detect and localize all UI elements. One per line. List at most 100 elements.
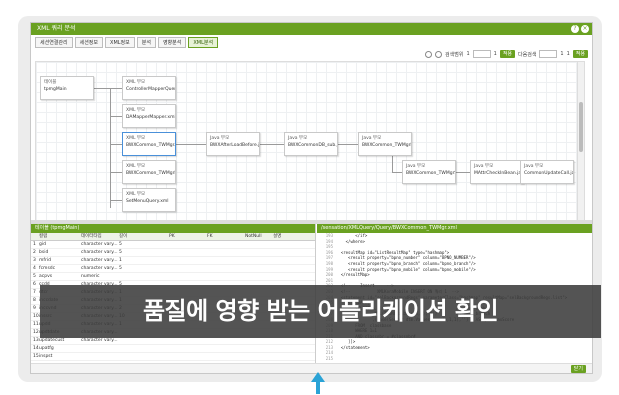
table-cell: character vary... [81, 266, 118, 271]
zoom-in-icon[interactable] [425, 50, 433, 58]
apply-range-button[interactable]: 적용 [499, 50, 516, 58]
pointer-arrow-stem [316, 382, 320, 394]
graph-node[interactable]: XML 부모 DAMapperMapper.xml [122, 104, 176, 128]
tab-bar: 세션연결관리 세션정보 XML정보 분석 영향분석 XML분석 [35, 37, 219, 49]
node-label: BWXAfterLoadBefore.java [210, 143, 260, 148]
dependency-graph-canvas[interactable]: 테이블 tpmgMain XML 부모 ControllerMapperQuer… [35, 61, 585, 221]
node-label: BWXCommonDB_sub.java [288, 143, 338, 148]
graph-node[interactable]: XML 부모 BWXCommon_TWMgrList.xml [122, 160, 176, 184]
tab-xml-info[interactable]: XML정보 [105, 37, 135, 48]
graph-edge [110, 144, 122, 145]
col-header[interactable]: NotNull [245, 233, 273, 240]
table-row[interactable]: 3 mfrid character vary... 1 [31, 257, 315, 265]
node-title: XML 부모 [126, 164, 146, 169]
table-cell [245, 337, 273, 344]
graph-node[interactable]: Java 부모 BWXCommon_TWMgrMgr.java [358, 132, 412, 156]
table-cell [245, 249, 273, 256]
table-cell: acpvs [39, 274, 53, 279]
table-cell [273, 265, 303, 272]
title-bar: XML 쿼리 분석 ? × [31, 23, 592, 35]
graph-node-root[interactable]: 테이블 tpmgMain [40, 76, 94, 100]
scrollbar-thumb[interactable] [579, 102, 583, 152]
node-title: 테이블 [44, 80, 57, 85]
col-header[interactable]: 컬럼 [39, 233, 81, 240]
node-title: Java 부모 [406, 164, 426, 169]
tab-session-connect[interactable]: 세션연결관리 [35, 37, 73, 48]
apply-button[interactable]: 적용 [572, 50, 588, 58]
graph-edge [176, 144, 206, 145]
table-cell [273, 353, 303, 360]
graph-node[interactable]: Java 부모 BWXCommon_TWMgrS.java [402, 160, 456, 184]
help-icon[interactable]: ? [571, 25, 579, 33]
table-cell [169, 345, 207, 352]
code-text: <result property="bpno_branch" column="b… [336, 260, 476, 266]
caption-banner: 품질에 영향 받는 어플리케이션 확인 [40, 285, 601, 338]
table-cell: fcmsdc [39, 266, 56, 271]
table-cell [207, 265, 245, 272]
node-title: Java 부모 [210, 136, 230, 141]
table-row[interactable]: 14 upatfg [31, 345, 315, 353]
table-panel-header: 테이블 (tpmgMain) [31, 224, 315, 233]
table-cell: 11 [33, 322, 39, 327]
graph-node-selected[interactable]: XML 부모 BWXCommon_TWMgr.xml [122, 132, 176, 156]
next-select[interactable] [539, 50, 558, 58]
line-number: 215 [325, 356, 333, 362]
table-cell [245, 257, 273, 264]
table-row[interactable]: 13 updatecust character vary... [31, 337, 315, 345]
node-label: tpmgMain [44, 87, 67, 92]
code-text: </if> [336, 233, 368, 238]
table-cell [245, 241, 273, 248]
col-header[interactable]: PK [169, 233, 207, 240]
zoom-out-icon[interactable] [435, 50, 443, 58]
graph-node[interactable]: XML 부모 ControllerMapperQuery.xml [122, 76, 176, 100]
table-row[interactable]: 1 gid character vary... 5 [31, 241, 315, 249]
next-search-label: 다음검색 [518, 51, 537, 58]
table-cell [245, 273, 273, 280]
node-title: XML 부모 [126, 80, 146, 85]
table-cell [81, 353, 119, 360]
node-label: BWXCommon_TWMgrList.xml [126, 171, 175, 176]
graph-node[interactable]: XML 부모 SetMenuQuery.xml [122, 188, 176, 212]
graph-node[interactable]: Java 부모 BWXAfterLoadBefore.java [206, 132, 260, 156]
col-header[interactable]: 데이터타입 [81, 233, 119, 240]
table-row[interactable]: 15 inspst [31, 353, 315, 361]
range-select[interactable] [472, 50, 491, 58]
tab-xml-analysis[interactable]: XML분석 [188, 37, 219, 48]
col-header[interactable]: 길이 [119, 233, 169, 240]
table-cell [169, 241, 207, 248]
col-header[interactable]: FK [207, 233, 245, 240]
table-cell [169, 337, 207, 344]
node-label: BWXCommon_TWMgrS.java [406, 171, 455, 176]
node-title: XML 부모 [126, 136, 146, 141]
graph-node[interactable]: Java 부모 CommonUpdateCall.java [520, 160, 574, 184]
table-cell [169, 273, 207, 280]
table-cell: 3 [33, 258, 36, 263]
tab-session-info[interactable]: 세션정보 [74, 37, 104, 48]
node-label: SetMenuQuery.xml [126, 199, 169, 204]
table-cell [169, 265, 207, 272]
table-row[interactable]: 5 acpvs numeric [31, 273, 315, 281]
table-cell: 14 [33, 346, 39, 351]
graph-vertical-scrollbar[interactable] [577, 62, 584, 220]
table-cell: 12 [33, 330, 39, 335]
close-button[interactable]: 닫기 [570, 365, 586, 373]
table-cell: 5 [33, 274, 36, 279]
table-cell: 7 [33, 290, 36, 295]
source-panel-header: /sensation/XMLQuery/Query/BWXCommon_TWMg… [317, 224, 592, 233]
code-text: <resultMap id="ListResultMap" type="hash… [336, 249, 450, 255]
col-header[interactable]: 설명 [273, 233, 303, 240]
node-title: Java 부모 [288, 136, 308, 141]
table-cell [207, 249, 245, 256]
graph-edge [110, 88, 111, 208]
code-text: <result property="bpno_mobile" column="b… [336, 266, 476, 272]
source-file-path: /sensation/XMLQuery/Query/BWXCommon_TWMg… [321, 225, 457, 231]
table-cell: character vary... [81, 250, 118, 255]
table-row[interactable]: 4 fcmsdc character vary... 5 [31, 265, 315, 273]
tab-analysis[interactable]: 분석 [136, 37, 156, 48]
tab-impact-analysis[interactable]: 영향분석 [157, 37, 187, 48]
table-row[interactable]: 2 bsid character vary... 5 [31, 249, 315, 257]
close-icon[interactable]: × [581, 25, 589, 33]
graph-node[interactable]: Java 부모 MAttrCheckInBean.java [470, 160, 524, 184]
table-cell: 1 [33, 242, 36, 247]
graph-node[interactable]: Java 부모 BWXCommonDB_sub.java [284, 132, 338, 156]
